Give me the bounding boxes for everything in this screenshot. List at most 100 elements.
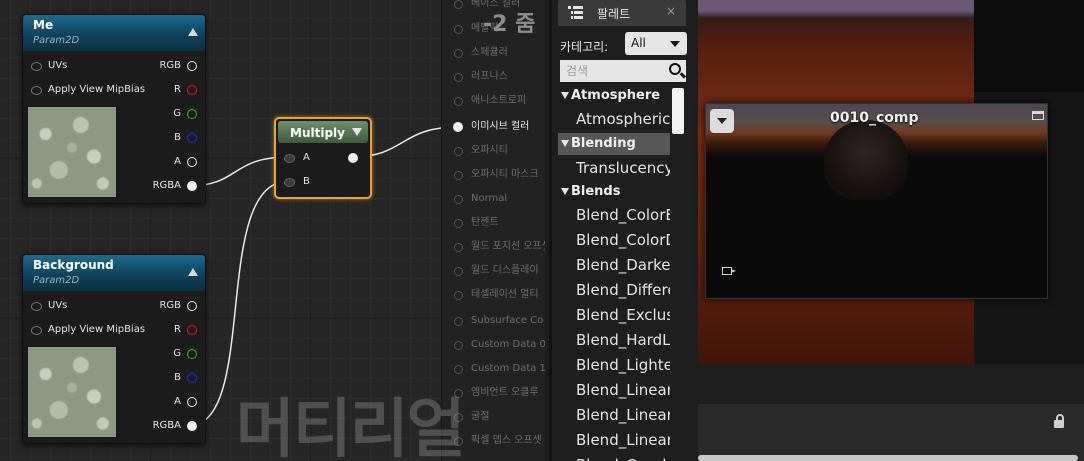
result-pin[interactable]: 스페큘러 bbox=[442, 43, 545, 63]
result-pin[interactable]: Custom Data 0 bbox=[442, 335, 545, 355]
list-item[interactable]: Blend_Exclusion bbox=[576, 303, 670, 328]
material-graph[interactable]: Me Param2D UVs Apply View MipBias RGB R … bbox=[0, 0, 545, 461]
pin-icon[interactable] bbox=[187, 85, 197, 95]
pin-icon[interactable] bbox=[454, 243, 463, 252]
pin-icon[interactable] bbox=[454, 0, 463, 9]
result-pin[interactable]: 오파시티 bbox=[442, 141, 545, 161]
list-item[interactable]: Blend_LinearBurn bbox=[576, 378, 670, 403]
texture-node-background[interactable]: Background Param2D UVs Apply View MipBia… bbox=[22, 254, 206, 444]
result-pin[interactable]: 오파시티 마스크 bbox=[442, 165, 545, 185]
camera-icon[interactable] bbox=[722, 267, 736, 275]
pin-icon[interactable] bbox=[454, 195, 463, 204]
list-item[interactable]: AtmosphericFog bbox=[576, 107, 670, 132]
tab-palette[interactable]: 팔레트 × bbox=[558, 0, 686, 26]
search-box[interactable] bbox=[560, 60, 686, 82]
multiply-node[interactable]: Multiply A B bbox=[274, 117, 372, 199]
search-input[interactable] bbox=[560, 60, 664, 82]
pin-icon[interactable] bbox=[454, 291, 463, 300]
list-item[interactable]: Blend_HardLight bbox=[576, 328, 670, 353]
scrollbar-thumb[interactable] bbox=[672, 88, 684, 134]
category-blending[interactable]: Blending bbox=[558, 133, 670, 155]
output-pin-a[interactable]: A bbox=[125, 393, 205, 411]
texture-node-me[interactable]: Me Param2D UVs Apply View MipBias RGB R … bbox=[22, 14, 206, 204]
list-item[interactable]: Blend_LinearDodge bbox=[576, 403, 670, 428]
pin-icon[interactable] bbox=[187, 301, 197, 311]
result-pin[interactable]: Subsurface Co bbox=[442, 311, 545, 331]
maximize-icon[interactable] bbox=[1032, 111, 1044, 120]
result-pin[interactable]: Custom Data 1 bbox=[442, 359, 545, 379]
list-item[interactable]: Blend_Darken bbox=[576, 253, 670, 278]
category-dropdown[interactable]: All bbox=[625, 32, 687, 55]
pin-icon[interactable] bbox=[454, 171, 463, 180]
pin-icon[interactable] bbox=[187, 109, 197, 119]
pin-icon[interactable] bbox=[284, 154, 295, 163]
pin-icon[interactable] bbox=[454, 49, 463, 58]
pin-icon[interactable] bbox=[187, 349, 197, 359]
collapse-icon[interactable] bbox=[188, 268, 198, 276]
close-icon[interactable]: × bbox=[666, 4, 676, 18]
collapse-icon[interactable] bbox=[188, 28, 198, 36]
pin-icon[interactable] bbox=[31, 86, 42, 95]
output-pin-rgb[interactable]: RGB bbox=[125, 297, 205, 315]
output-pin-rgb[interactable]: RGB bbox=[125, 57, 205, 75]
output-pin-b[interactable]: B bbox=[125, 369, 205, 387]
pin-icon[interactable] bbox=[31, 326, 42, 335]
input-pin-b[interactable]: B bbox=[276, 173, 336, 191]
pin-icon[interactable] bbox=[31, 62, 42, 71]
list-item[interactable]: Blend_ColorBurn bbox=[576, 203, 670, 228]
pin-icon[interactable] bbox=[187, 157, 197, 167]
result-pin[interactable]: 테셀레이션 멀티 bbox=[442, 285, 545, 305]
result-pin[interactable]: 탄젠트 bbox=[442, 213, 545, 233]
result-pin-emissive[interactable]: 이미시브 컬러 bbox=[442, 117, 545, 137]
chevron-down-icon[interactable] bbox=[352, 128, 362, 136]
output-pin-r[interactable]: R bbox=[125, 321, 205, 339]
list-item[interactable]: Blend_Difference bbox=[576, 278, 670, 303]
pin-icon[interactable] bbox=[454, 25, 463, 34]
pin-icon[interactable] bbox=[284, 178, 295, 187]
output-pin-g[interactable]: G bbox=[125, 345, 205, 363]
pin-icon[interactable] bbox=[454, 317, 463, 326]
pin-icon[interactable] bbox=[454, 147, 463, 156]
pin-icon[interactable] bbox=[187, 133, 197, 143]
search-icon[interactable] bbox=[669, 63, 681, 75]
list-item[interactable]: Blend_Overlay bbox=[576, 453, 670, 461]
output-pin-g[interactable]: G bbox=[125, 105, 205, 123]
pin-icon[interactable] bbox=[454, 219, 463, 228]
output-pin-a[interactable]: A bbox=[125, 153, 205, 171]
pin-icon[interactable] bbox=[454, 365, 463, 374]
list-item[interactable]: Blend_LinearLight bbox=[576, 428, 670, 453]
result-pin[interactable]: 월드 디스플레이 bbox=[442, 261, 545, 281]
pin-icon[interactable] bbox=[187, 397, 197, 407]
result-pin[interactable]: 월드 포지션 오프셋 bbox=[442, 237, 545, 257]
pin-icon[interactable] bbox=[187, 373, 197, 383]
pin-icon[interactable] bbox=[187, 181, 197, 191]
expand-arrow-icon[interactable] bbox=[561, 140, 569, 147]
pin-icon[interactable] bbox=[187, 421, 197, 431]
pin-icon[interactable] bbox=[454, 267, 463, 276]
result-pin[interactable]: Normal bbox=[442, 189, 545, 209]
output-pin-rgba[interactable]: RGBA bbox=[125, 177, 205, 195]
input-pin-a[interactable]: A bbox=[276, 149, 336, 167]
result-pin[interactable]: 러프니스 bbox=[442, 67, 545, 87]
palette-list[interactable]: Atmosphere AtmosphericFog Blending Trans… bbox=[558, 85, 670, 461]
result-pin[interactable]: 애니소트로피 bbox=[442, 91, 545, 111]
category-atmosphere[interactable]: Atmosphere bbox=[558, 85, 670, 107]
expand-arrow-icon[interactable] bbox=[561, 92, 569, 99]
details-field[interactable] bbox=[698, 455, 1078, 461]
category-blends[interactable]: Blends bbox=[558, 181, 670, 203]
node-header[interactable]: Me Param2D bbox=[23, 15, 205, 51]
node-header[interactable]: Multiply bbox=[278, 121, 368, 143]
expand-arrow-icon[interactable] bbox=[561, 188, 569, 195]
pin-icon[interactable] bbox=[187, 325, 197, 335]
output-pin[interactable] bbox=[348, 153, 358, 163]
lock-icon[interactable] bbox=[1054, 414, 1064, 428]
pin-icon[interactable] bbox=[453, 122, 463, 132]
pin-icon[interactable] bbox=[454, 97, 463, 106]
pin-icon[interactable] bbox=[31, 302, 42, 311]
comp-viewer-window[interactable]: 0010_comp bbox=[705, 103, 1048, 299]
pin-icon[interactable] bbox=[454, 73, 463, 82]
pin-icon[interactable] bbox=[454, 341, 463, 350]
list-item[interactable]: Blend_ColorDodge bbox=[576, 228, 670, 253]
list-item[interactable]: TranslucencyBlend bbox=[576, 156, 670, 181]
dropdown-button[interactable] bbox=[710, 109, 734, 133]
